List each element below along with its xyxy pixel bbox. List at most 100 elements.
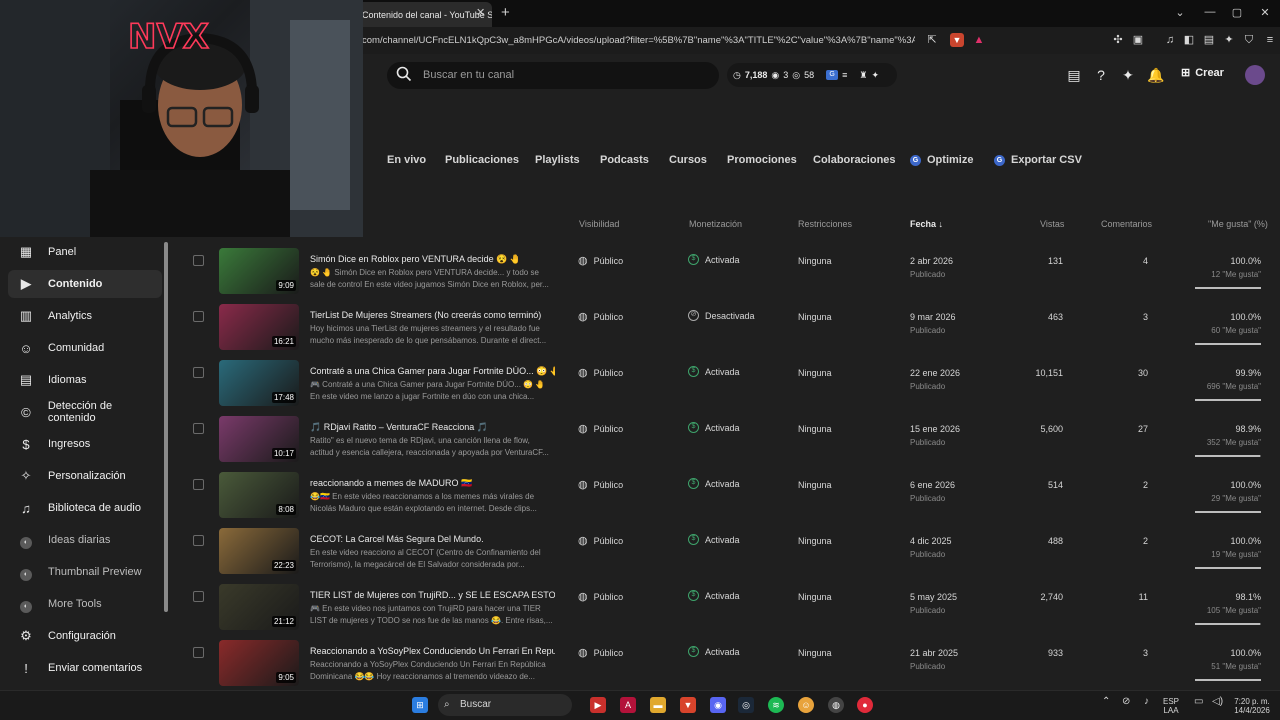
channel-stats-widget[interactable]: ◷ 7,188 ◉ 3 ◎ 58 G ≡ ♜ ✦ — [727, 63, 897, 87]
comments-icon[interactable]: ▤ — [1066, 67, 1082, 83]
video-thumbnail[interactable]: 17:48 — [219, 360, 299, 406]
close-window-icon[interactable]: ✕ — [1258, 6, 1272, 19]
tab-list-icon[interactable]: ⌄ — [1173, 6, 1187, 19]
col-vistas[interactable]: Vistas — [1040, 219, 1064, 229]
sparkle-small-icon[interactable]: ✦ — [871, 70, 879, 81]
discord-icon[interactable]: ◉ — [710, 697, 726, 713]
sidebar-item-personalización[interactable]: ✧ Personalización — [8, 462, 162, 490]
notifications-icon[interactable]: 🔔 — [1147, 67, 1164, 83]
maximize-icon[interactable]: ▢ — [1230, 6, 1244, 19]
col-monetizacion[interactable]: Monetización — [689, 219, 742, 229]
col-comentarios[interactable]: Comentarios — [1101, 219, 1152, 229]
row-checkbox[interactable] — [193, 367, 204, 378]
row-checkbox[interactable] — [193, 591, 204, 602]
help-icon[interactable]: ? — [1093, 67, 1109, 83]
sidebar-item-thumbnail-preview[interactable]: ◐ Thumbnail Preview — [8, 558, 162, 586]
video-title[interactable]: 🎵 RDjavi Ratito – VenturaCF Reacciona 🎵 — [310, 422, 555, 433]
monetization-cell[interactable]: $ Activada — [688, 478, 740, 489]
tray-chevron-icon[interactable]: ⌃ — [1102, 697, 1110, 707]
col-fecha[interactable]: Fecha ↓ — [910, 219, 943, 229]
visibility-cell[interactable]: ◍ Público — [578, 310, 623, 323]
browser-tab[interactable]: Contenido del canal - YouTube S — [356, 2, 492, 27]
tab-playlists[interactable]: Playlists — [535, 154, 580, 166]
monetization-cell[interactable]: $ Activada — [688, 646, 740, 657]
tab-cursos[interactable]: Cursos — [669, 154, 707, 166]
monetization-cell[interactable]: $ Activada — [688, 534, 740, 545]
brave-rewards-icon[interactable]: ▲ — [972, 33, 986, 47]
col-megusta[interactable]: "Me gusta" (%) — [1208, 219, 1268, 229]
tab-en-vivo[interactable]: En vivo — [387, 154, 426, 166]
tab-promociones[interactable]: Promociones — [727, 154, 797, 166]
monetization-cell[interactable]: ⊘ Desactivada — [688, 310, 755, 321]
video-title[interactable]: TIER LIST de Mujeres con TrujiRD... y SE… — [310, 590, 555, 601]
visibility-cell[interactable]: ◍ Público — [578, 646, 623, 659]
video-thumbnail[interactable]: 22:23 — [219, 528, 299, 574]
language-indicator[interactable]: ESP LAA — [1163, 697, 1179, 715]
video-title[interactable]: Contraté a una Chica Gamer para Jugar Fo… — [310, 366, 555, 377]
monetization-cell[interactable]: $ Activada — [688, 422, 740, 433]
video-title[interactable]: Simón Dice en Roblox pero VENTURA decide… — [310, 254, 555, 265]
table-row[interactable]: 16:21 TierList De Mujeres Streamers (No c… — [180, 302, 1280, 358]
video-title[interactable]: Reaccionando a YoSoyPlex Conduciendo Un … — [310, 646, 555, 656]
visibility-cell[interactable]: ◍ Público — [578, 534, 623, 547]
video-title[interactable]: reaccionando a memes de MADURO 🇻🇪 — [310, 478, 555, 489]
clock[interactable]: 7:20 p. m. 14/4/2026 — [1232, 697, 1272, 715]
music-icon[interactable]: ♫ — [1163, 33, 1177, 47]
youtube-app-icon[interactable]: ▶ — [590, 697, 606, 713]
bars-icon[interactable]: ≡ — [842, 70, 847, 80]
table-row[interactable]: 9:05 Reaccionando a YoSoyPlex Conduciendo… — [180, 638, 1280, 694]
video-thumbnail[interactable]: 9:09 — [219, 248, 299, 294]
col-visibilidad[interactable]: Visibilidad — [579, 219, 619, 229]
monetization-cell[interactable]: $ Activada — [688, 590, 740, 601]
video-title[interactable]: CECOT: La Carcel Más Segura Del Mundo. — [310, 534, 555, 544]
file-explorer-icon[interactable]: ▬ — [650, 697, 666, 713]
video-thumbnail[interactable]: 9:05 — [219, 640, 299, 686]
vpn-icon[interactable]: ⛉ — [1242, 33, 1256, 47]
url-field[interactable]: com/channel/UCFncELN1kQpC3w_a8mHPGcA/vid… — [362, 35, 915, 46]
sidebar-item-detección-de-contenido[interactable]: © Detección de contenido — [8, 398, 162, 426]
row-checkbox[interactable] — [193, 647, 204, 658]
sidebar-item-panel[interactable]: ▦ Panel — [8, 238, 162, 266]
tab-publicaciones[interactable]: Publicaciones — [445, 154, 519, 166]
leo-icon[interactable]: ✦ — [1222, 33, 1236, 47]
record-icon[interactable]: ● — [857, 697, 873, 713]
visibility-cell[interactable]: ◍ Público — [578, 478, 623, 491]
new-tab-icon[interactable]: + — [501, 4, 510, 21]
create-button[interactable]: ⊞ Crear — [1181, 66, 1224, 80]
tab-podcasts[interactable]: Podcasts — [600, 154, 649, 166]
row-checkbox[interactable] — [193, 311, 204, 322]
obs-icon[interactable]: ◍ — [828, 697, 844, 713]
video-thumbnail[interactable]: 16:21 — [219, 304, 299, 350]
col-restricciones[interactable]: Restricciones — [798, 219, 852, 229]
trophy-icon[interactable]: ♜ — [859, 70, 867, 81]
table-row[interactable]: 9:09 Simón Dice en Roblox pero VENTURA de… — [180, 246, 1280, 302]
steam-icon[interactable]: ◎ — [738, 697, 754, 713]
sparkle-icon[interactable]: ✦ — [1120, 67, 1136, 83]
row-checkbox[interactable] — [193, 255, 204, 266]
sidebar-item-comunidad[interactable]: ☺ Comunidad — [8, 334, 162, 362]
brave-shield-icon[interactable]: ▼ — [950, 33, 964, 47]
video-thumbnail[interactable]: 10:17 — [219, 416, 299, 462]
video-thumbnail[interactable]: 21:12 — [219, 584, 299, 630]
sidebar-item-ingresos[interactable]: $ Ingresos — [8, 430, 162, 458]
close-tab-icon[interactable]: ✕ — [476, 6, 485, 19]
tool-badge-icon[interactable]: G — [826, 70, 839, 80]
tray-display-icon[interactable]: ▭ — [1194, 697, 1203, 707]
visibility-cell[interactable]: ◍ Público — [578, 254, 623, 267]
video-title[interactable]: TierList De Mujeres Streamers (No creerá… — [310, 310, 555, 320]
sidebar-item-configuración[interactable]: ⚙ Configuración — [8, 622, 162, 650]
sidebar-toggle-icon[interactable]: ◧ — [1182, 33, 1196, 47]
monetization-cell[interactable]: $ Activada — [688, 366, 740, 377]
tray-volume-icon[interactable]: ◁) — [1212, 697, 1223, 707]
taskbar-search[interactable]: Buscar — [438, 694, 572, 716]
brave-icon[interactable]: ▼ — [680, 697, 696, 713]
avatar[interactable] — [1245, 65, 1265, 85]
spotify-icon[interactable]: ≋ — [768, 697, 784, 713]
tray-mic-icon[interactable]: ♪ — [1144, 697, 1149, 707]
table-row[interactable]: 21:12 TIER LIST de Mujeres con TrujiRD...… — [180, 582, 1280, 638]
tab-optimize[interactable]: G Optimize — [910, 154, 973, 166]
app-face-icon[interactable]: ☺ — [798, 697, 814, 713]
visibility-cell[interactable]: ◍ Público — [578, 590, 623, 603]
table-row[interactable]: 10:17 🎵 RDjavi Ratito – VenturaCF Reaccio… — [180, 414, 1280, 470]
sidebar-item-ideas-diarias[interactable]: ◐ Ideas diarias — [8, 526, 162, 554]
